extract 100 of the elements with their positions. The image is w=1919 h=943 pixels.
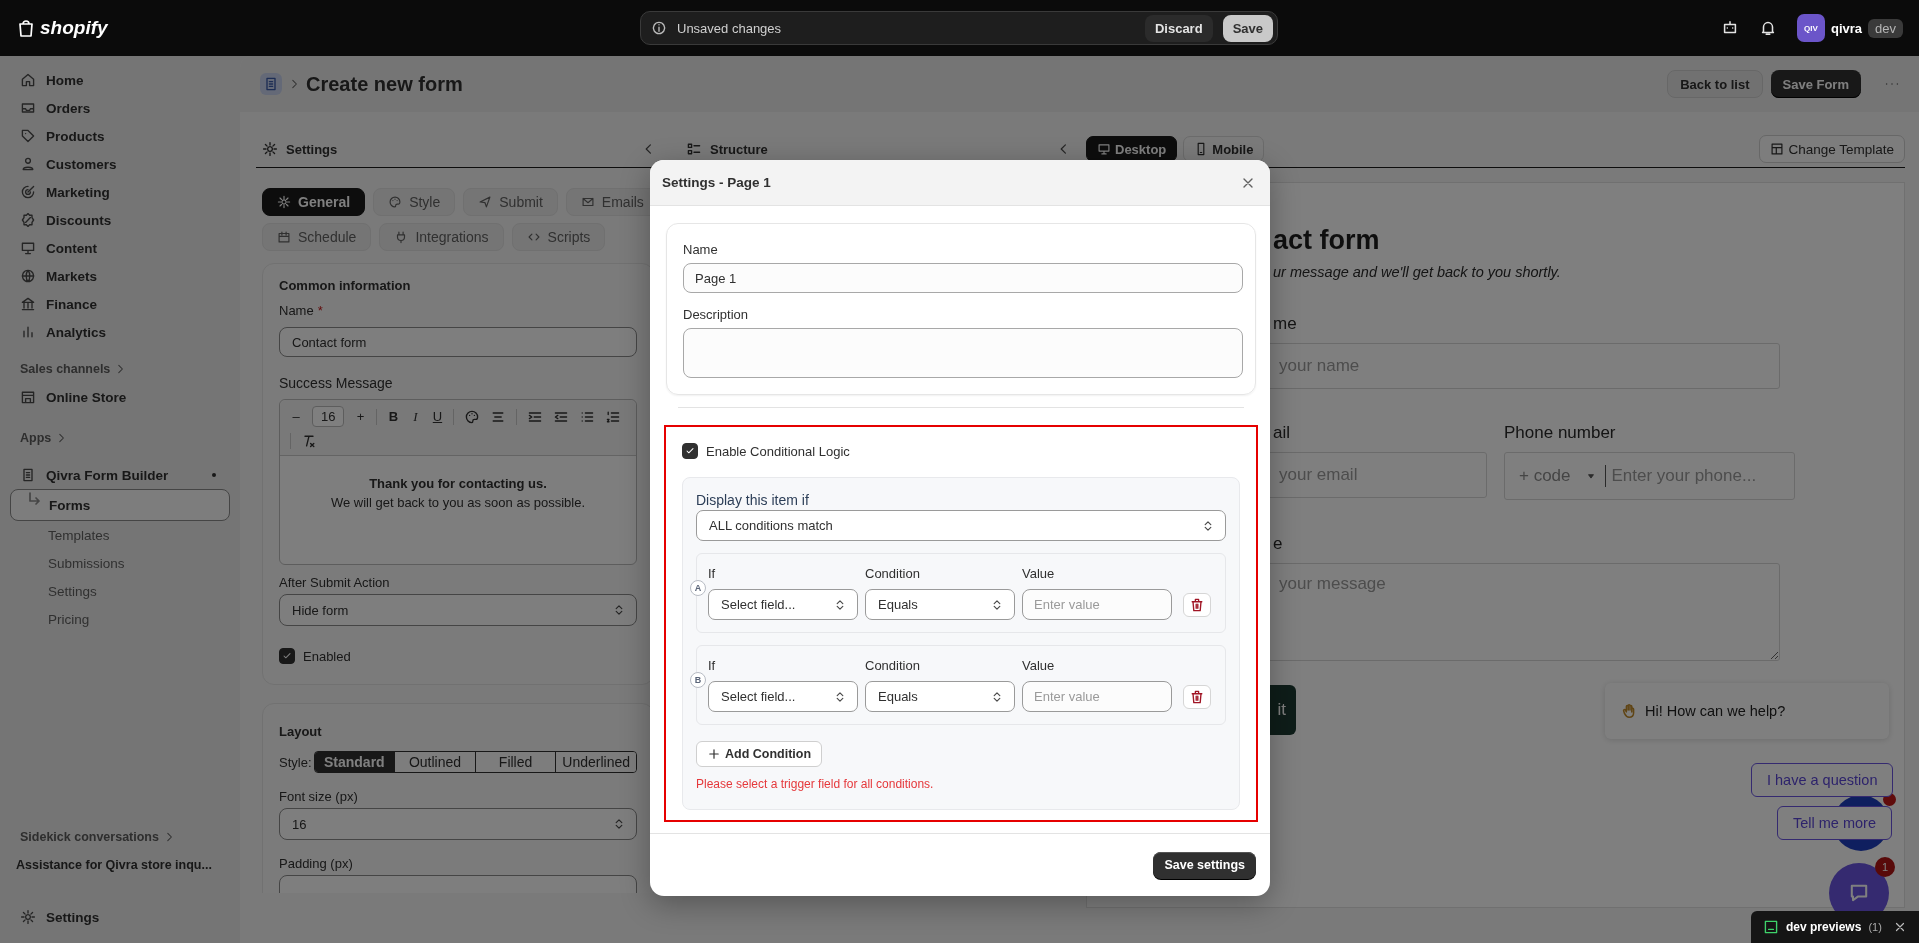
dev-previews-label[interactable]: dev previews [1786, 920, 1862, 934]
shopping-bag-icon [16, 17, 36, 39]
field-label: After Submit Action [279, 575, 391, 590]
nav-item[interactable]: Marketing [10, 178, 230, 206]
save-form-button[interactable]: Save Form [1770, 70, 1861, 98]
nav-item[interactable]: Finance [10, 290, 230, 318]
preview-icon [1763, 919, 1779, 935]
value-input[interactable]: Enter value [1022, 589, 1172, 620]
save-settings-button[interactable]: Save settings [1153, 851, 1256, 879]
nav-item[interactable]: Settings [10, 577, 230, 605]
checkbox[interactable] [279, 648, 295, 664]
nav-item[interactable]: Submissions [10, 549, 230, 577]
device-toggle[interactable]: Mobile [1183, 136, 1265, 162]
change-template-button[interactable]: Change Template [1759, 135, 1905, 163]
nav-item[interactable]: Products [10, 122, 230, 150]
back-button[interactable]: Back to list [1667, 70, 1763, 98]
nav-item[interactable]: Orders [10, 94, 230, 122]
section-heading[interactable]: Sidekick conversations [10, 823, 185, 851]
nav-item[interactable]: Templates [10, 521, 230, 549]
save-button[interactable]: Save [1222, 14, 1273, 42]
nav-item[interactable]: Markets [10, 262, 230, 290]
nav-item[interactable]: Online Store [10, 383, 230, 411]
nav-item[interactable]: Settings [10, 903, 230, 931]
field-label: me [1273, 314, 1298, 334]
field-label: Display this item if [696, 492, 810, 508]
description-input[interactable] [683, 328, 1243, 378]
font-size-field[interactable]: 16 [312, 406, 345, 427]
monitor-icon [20, 240, 36, 256]
style-option[interactable]: Underlined [555, 752, 636, 772]
monitor-icon [1097, 142, 1111, 156]
field-select[interactable]: Select field... [708, 681, 858, 712]
target-icon [20, 184, 36, 200]
palette-icon[interactable] [464, 408, 481, 425]
format-button[interactable]: I [409, 408, 422, 425]
tab[interactable]: Integrations [379, 223, 504, 251]
tab[interactable]: Style [373, 188, 456, 216]
increase-size-button[interactable]: + [354, 409, 367, 424]
format-button[interactable]: U [431, 409, 444, 424]
field-label: Condition [865, 566, 921, 581]
delete-button[interactable] [1183, 684, 1211, 709]
unsaved-message: Unsaved changes [677, 20, 783, 36]
name-input[interactable]: Contact form [279, 327, 637, 357]
form-subtitle: ur message and we'll get back to you shortly. [1273, 264, 1562, 280]
nav-item[interactable]: Qivra Form Builder [10, 461, 230, 489]
page-name-input[interactable]: Page 1 [683, 263, 1243, 293]
checkbox[interactable] [682, 443, 698, 459]
field-label: Description [683, 307, 750, 322]
nav-item[interactable]: Pricing [10, 605, 230, 633]
device-toggle[interactable]: Desktop [1086, 136, 1178, 162]
logo[interactable]: shopify [40, 17, 108, 39]
nav-item[interactable]: Forms [10, 489, 230, 521]
delete-button[interactable] [1183, 592, 1211, 617]
font-size-input[interactable]: 16 [279, 808, 637, 840]
clear-format-icon[interactable] [301, 433, 317, 449]
condition-letter: A [690, 580, 706, 596]
section-heading[interactable]: Apps [10, 424, 78, 452]
add-condition-button[interactable]: Add Condition [696, 741, 823, 767]
conversation-link[interactable]: Assistance for Qivra store inqu... [10, 851, 230, 879]
form-icon [263, 76, 279, 92]
app-icon[interactable] [260, 73, 282, 95]
palette-icon [388, 195, 403, 209]
nav-item[interactable]: Customers [10, 150, 230, 178]
quick-reply-button[interactable]: I have a question [1751, 763, 1894, 797]
plus-icon [707, 747, 721, 761]
section-heading[interactable]: Sales channels [10, 355, 137, 383]
nav-item[interactable]: Home [10, 66, 230, 94]
mail-icon [580, 195, 595, 209]
nav-item[interactable]: Content [10, 234, 230, 262]
nav-item[interactable]: Analytics [10, 318, 230, 346]
card-title: Layout [279, 724, 323, 739]
match-select[interactable]: ALL conditions match [696, 510, 1226, 541]
greeting-text: Hi! How can we help? [1645, 703, 1786, 719]
info-icon [651, 20, 667, 36]
quick-reply-button[interactable]: Tell me more [1777, 806, 1892, 840]
condition-letter: B [690, 672, 706, 688]
tab[interactable]: Schedule [262, 223, 372, 251]
style-option[interactable]: Standard [314, 752, 395, 772]
after-submit-select[interactable]: Hide form [279, 594, 637, 626]
settings-icon [277, 195, 291, 209]
discard-button[interactable]: Discard [1144, 14, 1213, 42]
tab[interactable]: General [262, 188, 366, 216]
store-avatar[interactable]: QIV [1796, 14, 1825, 42]
inbox-icon [20, 100, 36, 116]
operator-select[interactable]: Equals [865, 589, 1015, 620]
country-code-select[interactable]: + code [1519, 465, 1606, 487]
field-label: Name [683, 242, 719, 257]
nav-item[interactable]: Discounts [10, 206, 230, 234]
tab[interactable]: Scripts [511, 223, 606, 251]
store-name[interactable]: qivra [1830, 20, 1863, 36]
rich-text-editor[interactable]: – 16 + B I U Thank you for contacting us. We will get back to you as soon as possible. [279, 399, 637, 565]
field-label: If [708, 658, 717, 673]
field-select[interactable]: Select field... [708, 589, 858, 620]
dialog-title: Settings - Page 1 [662, 175, 771, 190]
close-icon[interactable] [1893, 920, 1907, 934]
decrease-size-button[interactable]: – [290, 409, 302, 424]
format-button[interactable]: B [387, 409, 400, 424]
operator-select[interactable]: Equals [865, 681, 1015, 712]
value-input[interactable]: Enter value [1022, 681, 1172, 712]
card-title: Common information [279, 278, 412, 293]
tab[interactable]: Submit [463, 188, 558, 216]
